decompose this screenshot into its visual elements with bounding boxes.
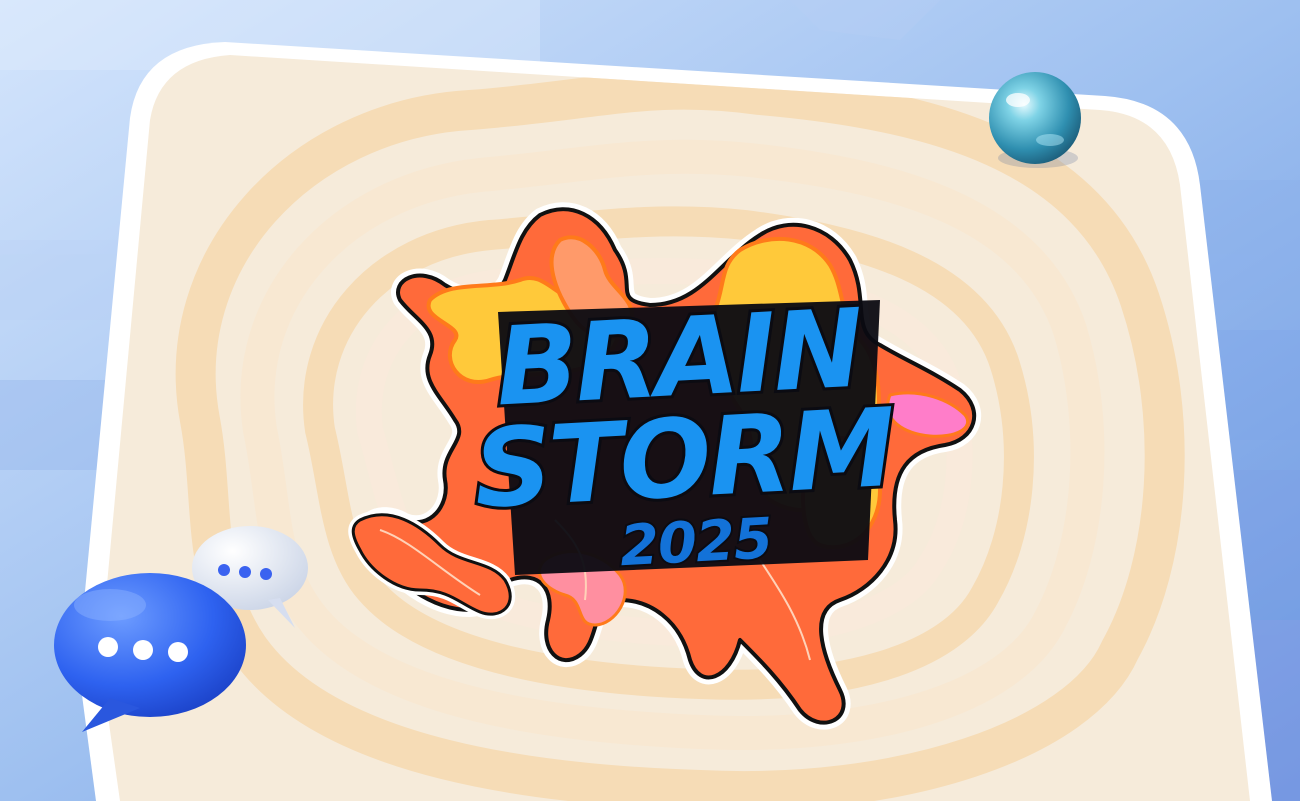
- logo-year: 2025: [618, 506, 773, 579]
- brainstorm-stage: BRAIN STORM 2025: [0, 0, 1300, 801]
- teal-pushpin-icon: [989, 72, 1081, 168]
